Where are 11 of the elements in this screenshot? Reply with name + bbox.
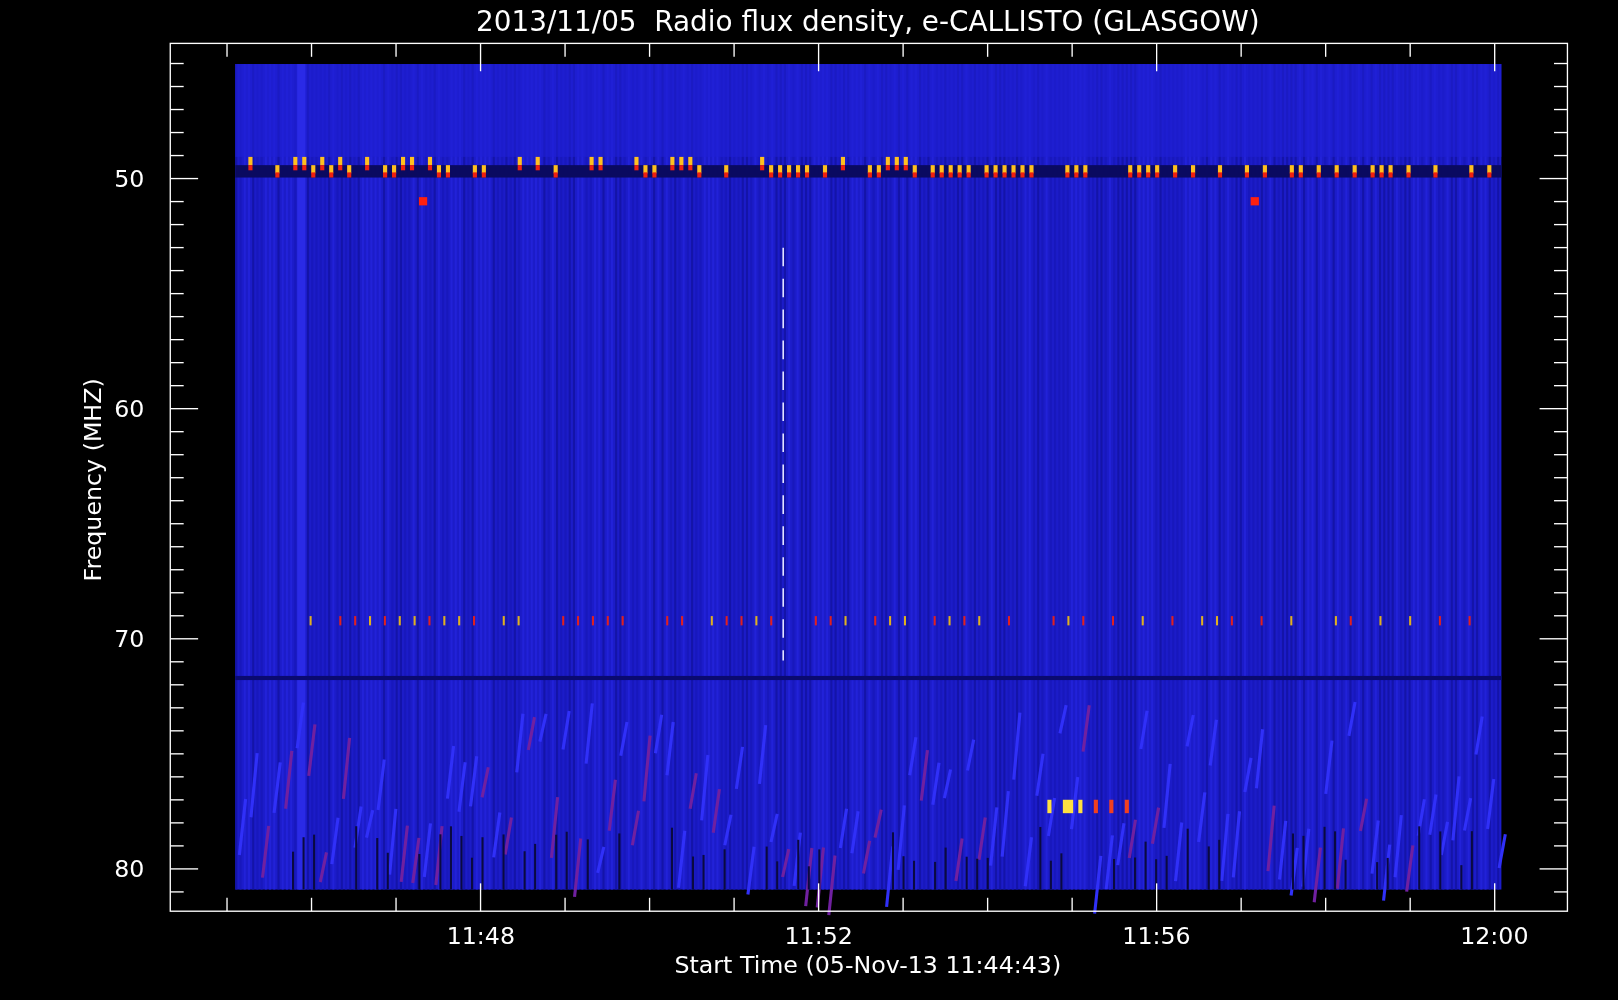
x-axis-label: Start Time (05-Nov-13 11:44:43): [674, 951, 1062, 980]
y-tick-label: 50: [114, 164, 145, 193]
x-tick-label: 11:52: [784, 922, 853, 951]
y-tick-label: 70: [114, 625, 145, 654]
x-tick-label: 11:48: [446, 922, 516, 951]
chart-title: 2013/11/05 Radio flux density, e-CALLISTO (GLASGOW): [476, 5, 1260, 38]
y-axis-label: Frequency (MHZ): [79, 378, 108, 582]
y-tick-label: 80: [114, 855, 145, 884]
y-tick-label: 60: [114, 394, 145, 423]
x-tick-label: 11:56: [1122, 922, 1191, 951]
x-tick-label: 12:00: [1460, 922, 1529, 951]
